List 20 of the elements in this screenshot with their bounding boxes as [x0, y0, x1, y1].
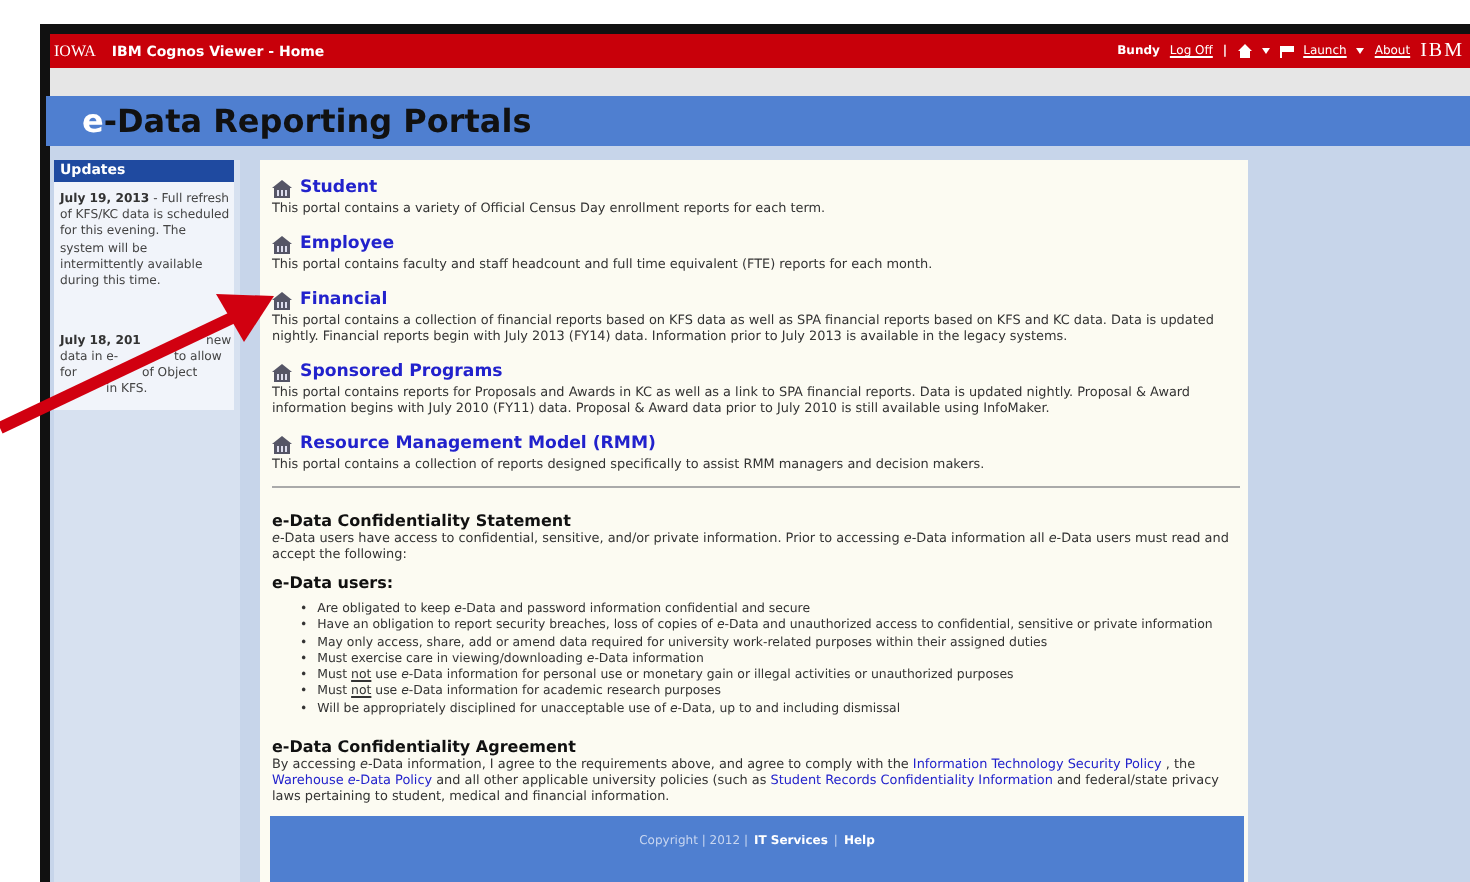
caret-icon[interactable]	[1356, 48, 1365, 54]
portal-link[interactable]: Student	[300, 178, 378, 198]
section-heading: e-Data Confidentiality Agreement	[272, 738, 578, 757]
caret-icon[interactable]	[1261, 48, 1270, 54]
portal-link[interactable]: Sponsored Programs	[300, 362, 503, 382]
university-logo: IOWA	[54, 42, 96, 60]
brand-logo: IBM	[1420, 40, 1464, 62]
section-heading: e-Data users:	[272, 574, 396, 592]
portal-link[interactable]: Financial	[300, 290, 388, 310]
building-icon	[272, 291, 292, 309]
page-title: e-Data Reporting Portals	[82, 102, 532, 140]
portal-link[interactable]: Resource Management Model (RMM)	[300, 434, 656, 454]
home-icon[interactable]	[1237, 44, 1252, 58]
flag-icon	[1279, 45, 1294, 57]
building-icon	[272, 435, 292, 453]
section-heading: e-Data Confidentiality Statement	[272, 512, 573, 530]
building-icon	[272, 363, 292, 381]
building-icon	[272, 179, 292, 197]
portal-link[interactable]: Employee	[300, 234, 395, 254]
building-icon	[272, 235, 292, 253]
